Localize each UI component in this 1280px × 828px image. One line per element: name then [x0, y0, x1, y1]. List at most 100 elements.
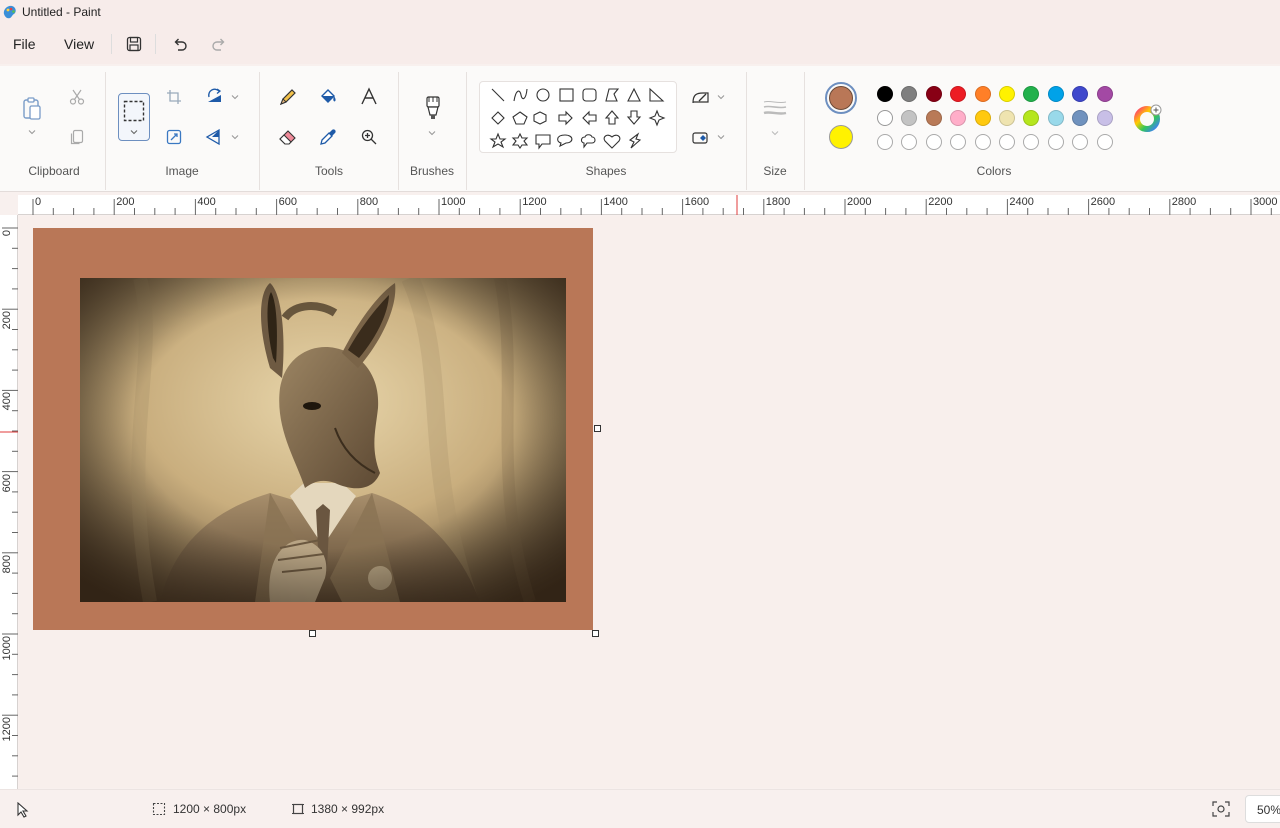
zoom-box[interactable]: 50% [1245, 795, 1280, 823]
pentagon-shape-icon[interactable] [512, 111, 528, 125]
rounded-rectangle-shape-icon[interactable] [582, 88, 597, 102]
redo-button[interactable] [207, 33, 231, 55]
ruler-label: 400 [197, 196, 216, 208]
color-swatch[interactable] [1072, 110, 1089, 126]
primary-color-button[interactable] [825, 82, 857, 114]
five-point-star-shape-icon[interactable] [489, 132, 507, 149]
polygon-shape-icon[interactable] [605, 88, 620, 102]
rotate-button[interactable] [203, 86, 227, 108]
color-picker-button[interactable] [317, 126, 339, 148]
size-chevron-icon[interactable] [771, 130, 779, 136]
color-swatch[interactable] [877, 110, 893, 126]
up-arrow-shape-icon[interactable] [604, 110, 620, 125]
shape-fill-chevron-icon[interactable] [717, 134, 725, 140]
copy-button[interactable] [66, 126, 88, 148]
cloud-callout-shape-icon[interactable] [580, 134, 596, 149]
magnifier-button[interactable] [358, 126, 380, 148]
color-swatch[interactable] [1096, 86, 1113, 102]
custom-color-slot[interactable] [1096, 134, 1113, 150]
eraser-button[interactable] [277, 126, 299, 148]
outline-chevron-icon[interactable] [717, 94, 725, 100]
brushes-chevron-icon[interactable] [428, 130, 436, 136]
size-button[interactable] [761, 96, 789, 120]
custom-color-slot[interactable] [999, 134, 1015, 150]
down-arrow-shape-icon[interactable] [626, 110, 642, 125]
resize-button[interactable] [164, 127, 184, 147]
ribbon-separator [259, 72, 260, 190]
brushes-button[interactable] [420, 94, 446, 122]
color-swatch[interactable] [901, 86, 918, 102]
custom-color-slot[interactable] [974, 134, 991, 150]
heart-shape-icon[interactable] [603, 134, 621, 149]
triangle-shape-icon[interactable] [627, 87, 641, 102]
view-menu[interactable]: View [64, 36, 94, 52]
resize-handle-bottom[interactable] [309, 630, 316, 637]
file-menu[interactable]: File [13, 36, 36, 52]
paste-button[interactable] [18, 94, 46, 124]
crop-button[interactable] [164, 87, 184, 107]
color-swatch[interactable] [974, 110, 991, 126]
color-swatch[interactable] [999, 110, 1015, 126]
hexagon-shape-icon[interactable] [533, 111, 547, 125]
lightning-shape-icon[interactable] [628, 132, 642, 149]
resize-handle-corner[interactable] [592, 630, 599, 637]
color-swatch[interactable] [877, 86, 893, 102]
custom-color-slot[interactable] [1072, 134, 1089, 150]
color-swatch[interactable] [1072, 86, 1089, 102]
color-swatch[interactable] [1047, 110, 1064, 126]
color-swatch[interactable] [1096, 110, 1113, 126]
line-shape-icon[interactable] [491, 88, 505, 102]
select-button[interactable] [118, 93, 150, 141]
vertical-ruler: 0 200 400 600 800 1000 1200 [0, 215, 18, 789]
ruler-label: 800 [1, 554, 13, 574]
custom-color-slot[interactable] [1023, 134, 1040, 150]
color-swatch[interactable] [925, 86, 942, 102]
flip-button[interactable] [203, 126, 227, 148]
cut-button[interactable] [66, 86, 88, 108]
right-triangle-shape-icon[interactable] [649, 87, 665, 102]
paste-chevron-icon[interactable] [28, 129, 36, 135]
rectangle-shape-icon[interactable] [559, 88, 574, 102]
fit-to-window-button[interactable] [1212, 801, 1230, 817]
custom-color-slot[interactable] [877, 134, 893, 150]
shape-fill-button[interactable] [690, 128, 712, 148]
color-swatch[interactable] [950, 86, 967, 102]
custom-color-slot[interactable] [1047, 134, 1064, 150]
oval-callout-shape-icon[interactable] [557, 134, 573, 148]
custom-color-slot[interactable] [901, 134, 918, 150]
color-swatch[interactable] [974, 86, 991, 102]
flip-chevron-icon[interactable] [231, 134, 239, 140]
fill-button[interactable] [317, 86, 339, 108]
diamond-shape-icon[interactable] [491, 111, 505, 125]
outline-button[interactable] [690, 88, 712, 108]
secondary-color-button[interactable] [827, 123, 855, 151]
sepia-donkey-portrait-image[interactable] [80, 278, 566, 602]
custom-color-slot[interactable] [950, 134, 967, 150]
undo-button[interactable] [168, 33, 192, 55]
curve-shape-icon[interactable] [513, 88, 528, 102]
title-bar: Untitled - Paint [0, 0, 1280, 24]
color-swatch[interactable] [999, 86, 1015, 102]
color-swatch[interactable] [1023, 86, 1040, 102]
color-swatch[interactable] [901, 110, 918, 126]
edit-colors-button[interactable] [1134, 104, 1162, 132]
resize-handle-right[interactable] [594, 425, 601, 432]
color-swatch[interactable] [925, 110, 942, 126]
color-swatch[interactable] [1047, 86, 1064, 102]
four-point-star-shape-icon[interactable] [648, 109, 666, 127]
paste-icon [23, 97, 41, 120]
custom-color-slot[interactable] [925, 134, 942, 150]
color-swatch[interactable] [950, 110, 967, 126]
fit-to-window-icon [1212, 801, 1230, 817]
drawing-canvas[interactable] [33, 228, 593, 630]
save-button[interactable] [122, 33, 146, 55]
oval-shape-icon[interactable] [536, 88, 550, 102]
right-arrow-shape-icon[interactable] [558, 110, 573, 126]
color-swatch[interactable] [1023, 110, 1040, 126]
rectangular-callout-shape-icon[interactable] [535, 134, 551, 150]
left-arrow-shape-icon[interactable] [582, 110, 597, 126]
text-button[interactable] [358, 86, 380, 108]
rotate-chevron-icon[interactable] [231, 94, 239, 100]
six-point-star-shape-icon[interactable] [511, 132, 529, 149]
pencil-button[interactable] [277, 86, 299, 108]
